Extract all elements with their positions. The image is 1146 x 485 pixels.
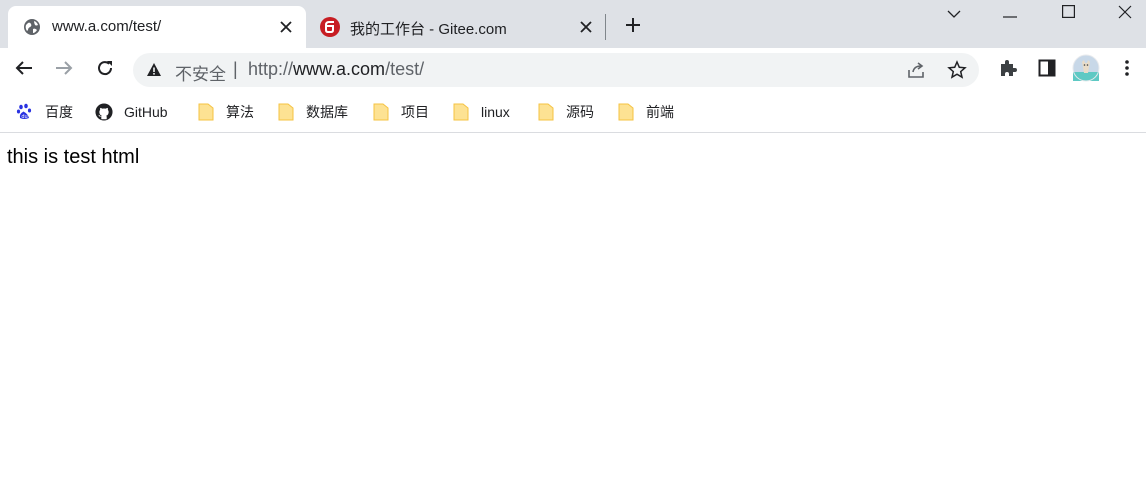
tab-active[interactable]: www.a.com/test/ [8, 6, 306, 48]
puzzle-icon [998, 58, 1018, 83]
folder-icon [537, 103, 555, 121]
chevron-down-icon [947, 5, 961, 23]
bookmark-label: linux [481, 104, 510, 120]
forward-button[interactable] [50, 56, 78, 84]
close-window-button[interactable] [1097, 0, 1146, 28]
maximize-button[interactable] [1040, 0, 1096, 28]
side-panel-icon [1038, 59, 1056, 82]
bookmark-label: 前端 [646, 104, 674, 120]
tab-strip: www.a.com/test/ 我的工作台 - Gitee.com [0, 0, 1146, 48]
page-body-text: this is test html [7, 146, 140, 168]
page-content: this is test html [0, 134, 1146, 485]
bookmark-folder-database[interactable]: 数据库 [277, 101, 348, 123]
close-tab-icon[interactable] [276, 17, 296, 37]
toolbar: 不安全 | http://www.a.com/test/ [0, 48, 1146, 92]
back-button[interactable] [10, 56, 38, 84]
bookmark-folder-linux[interactable]: linux [452, 101, 510, 123]
security-label[interactable]: 不安全 [175, 60, 226, 85]
warning-icon[interactable] [146, 62, 162, 78]
bookmark-folder-algorithms[interactable]: 算法 [197, 101, 254, 123]
bookmark-label: 数据库 [306, 104, 348, 120]
url-host: www.a.com [293, 59, 386, 79]
bookmark-label: 算法 [226, 104, 254, 120]
bookmark-folder-frontend[interactable]: 前端 [617, 101, 674, 123]
folder-icon [197, 103, 215, 121]
baidu-icon: du [16, 103, 34, 121]
url-scheme: http:// [248, 59, 294, 79]
menu-button[interactable] [1113, 56, 1141, 84]
folder-icon [372, 103, 390, 121]
separator: | [233, 59, 238, 79]
new-tab-button[interactable] [620, 14, 646, 40]
bookmark-label: 源码 [566, 104, 594, 120]
tab-search-button[interactable] [926, 0, 982, 28]
gitee-icon [320, 17, 340, 37]
bookmark-baidu[interactable]: du 百度 [16, 101, 73, 123]
github-icon [95, 103, 113, 121]
profile-button[interactable] [1072, 54, 1100, 87]
close-icon [1118, 5, 1132, 24]
minimize-icon [1003, 5, 1017, 23]
bookmark-label: GitHub [124, 104, 168, 120]
bookmark-folder-projects[interactable]: 项目 [372, 101, 429, 123]
share-icon[interactable] [906, 59, 928, 81]
arrow-right-icon [55, 60, 73, 81]
plus-icon [625, 17, 641, 38]
folder-icon [617, 103, 635, 121]
svg-text:du: du [21, 114, 27, 120]
arrow-left-icon [15, 60, 33, 81]
bookmark-label: 项目 [401, 104, 429, 120]
bookmark-github[interactable]: GitHub [95, 101, 168, 123]
bookmark-folder-source[interactable]: 源码 [537, 101, 594, 123]
globe-icon [22, 17, 42, 37]
tab-separator [605, 14, 606, 40]
folder-icon [277, 103, 295, 121]
maximize-icon [1061, 5, 1075, 23]
avatar [1072, 54, 1100, 87]
tab-title: 我的工作台 - Gitee.com [350, 21, 507, 38]
reload-button[interactable] [91, 56, 119, 84]
url-text[interactable]: http://www.a.com/test/ [248, 59, 424, 80]
more-vertical-icon [1125, 59, 1129, 81]
bookmark-label: 百度 [45, 104, 73, 120]
side-panel-button[interactable] [1033, 56, 1061, 84]
address-bar[interactable]: 不安全 | http://www.a.com/test/ [133, 53, 979, 87]
reload-icon [96, 59, 114, 82]
tab-title: www.a.com/test/ [52, 18, 162, 35]
minimize-button[interactable] [982, 0, 1038, 28]
close-tab-icon[interactable] [576, 17, 596, 37]
star-icon[interactable] [946, 59, 968, 81]
folder-icon [452, 103, 470, 121]
extensions-button[interactable] [994, 56, 1022, 84]
bookmarks-bar: du 百度 GitHub 算法 数据库 项目 linux 源码 前端 [0, 92, 1146, 133]
url-path: /test/ [385, 59, 425, 79]
tab-gitee[interactable]: 我的工作台 - Gitee.com [306, 6, 606, 48]
